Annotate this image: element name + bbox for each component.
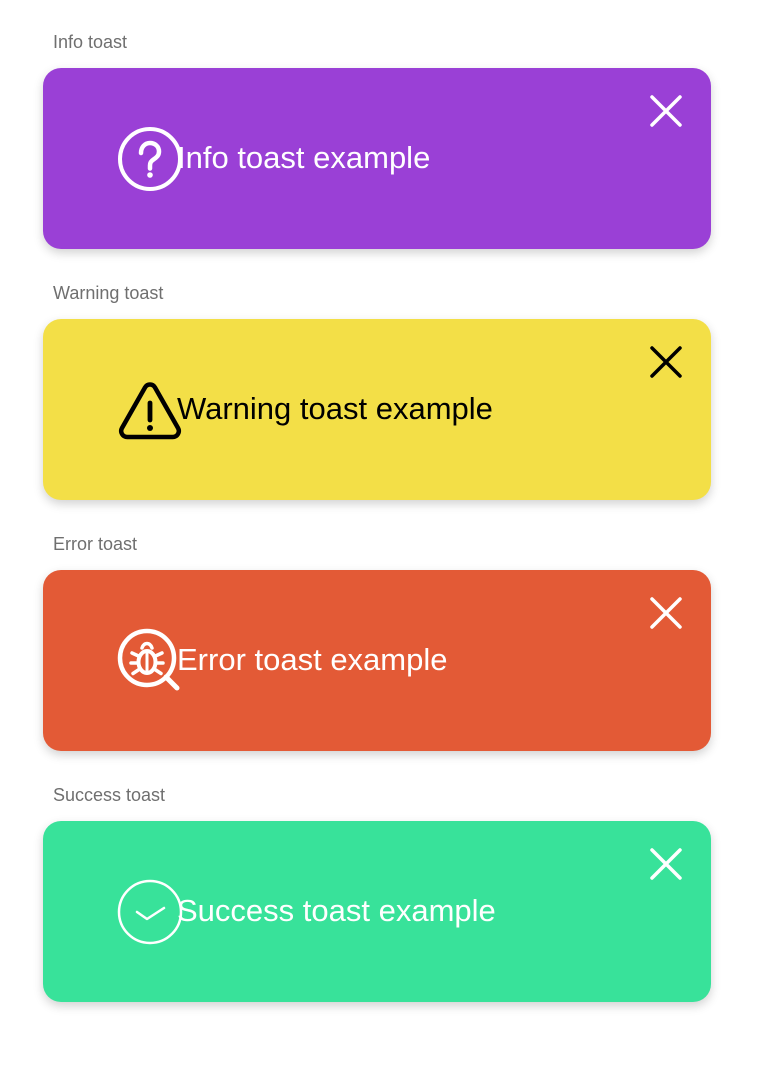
close-icon	[650, 346, 682, 378]
success-toast-section-label: Success toast	[53, 785, 166, 805]
info-toast: Info toast example	[43, 68, 711, 249]
success-toast-message: Success toast example	[177, 893, 496, 928]
info-toast-section-label: Info toast	[53, 32, 128, 52]
error-toast-section-label: Error toast	[53, 534, 138, 554]
check-circle-icon	[114, 876, 186, 948]
success-toast: Success toast example	[43, 821, 711, 1002]
error-toast: Error toast example	[43, 570, 711, 751]
bug-search-icon	[114, 625, 186, 697]
warning-toast-section-label: Warning toast	[53, 283, 164, 303]
warning-toast: Warning toast example	[43, 319, 711, 500]
info-toast-message: Info toast example	[177, 140, 431, 175]
success-toast-close-button[interactable]	[645, 843, 687, 885]
question-circle-icon	[114, 123, 186, 195]
error-toast-message: Error toast example	[177, 642, 448, 677]
warning-toast-message: Warning toast example	[177, 391, 493, 426]
close-icon	[650, 848, 682, 880]
close-icon	[650, 597, 682, 629]
close-icon	[650, 95, 682, 127]
info-toast-close-button[interactable]	[645, 90, 687, 132]
error-toast-close-button[interactable]	[645, 592, 687, 634]
warning-toast-close-button[interactable]	[645, 341, 687, 383]
warning-triangle-icon	[114, 374, 186, 446]
